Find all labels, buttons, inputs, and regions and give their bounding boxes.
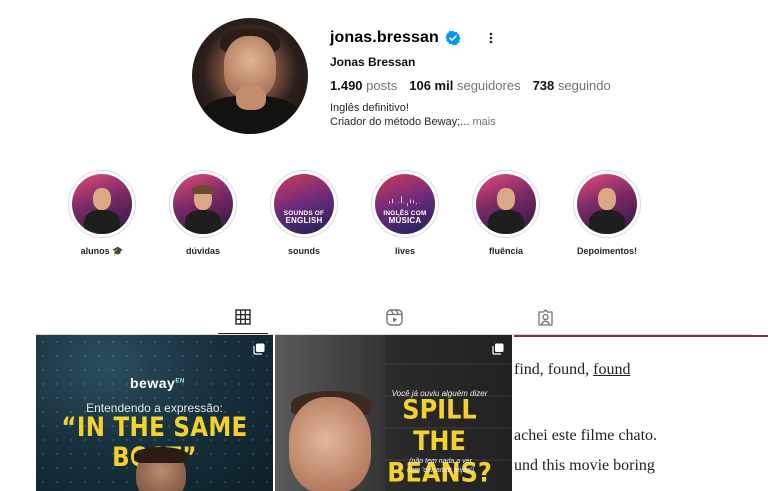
highlight-cover (476, 174, 536, 234)
bio-line: Inglês definitivo! (330, 102, 409, 114)
grid-icon (235, 309, 251, 325)
soundwave-icon (389, 196, 421, 208)
cover-person-body (488, 210, 524, 234)
posts-label: posts (366, 78, 398, 93)
post-caption-line: (não tem nada a ver (409, 458, 472, 465)
cover-person-body (185, 210, 221, 234)
cover-person-cap (192, 185, 214, 194)
highlight-label: alunos 🎓 (80, 246, 124, 256)
cover-text-line: MÚSICA (388, 216, 422, 225)
post-text-line: und this movie boring (514, 457, 655, 474)
highlight-cover-text: SOUNDS OF ENGLISH (278, 210, 330, 225)
post-thumbnail[interactable]: find, found, found achei este filme chat… (514, 335, 768, 491)
cover-person-head (598, 188, 616, 210)
active-tab-indicator (218, 333, 268, 334)
highlight-cover (577, 174, 637, 234)
highlight-cover: SOUNDS OF ENGLISH (274, 174, 334, 234)
bio-line: Criador do método Beway;... mais (330, 115, 496, 129)
brand-sup: EN (175, 378, 185, 385)
following-label: seguindo (557, 78, 611, 93)
profile-avatar[interactable] (192, 18, 308, 134)
followers-stat[interactable]: 106 mil seguidores (409, 78, 520, 93)
highlight-duvidas[interactable]: dúvidas (167, 170, 239, 256)
highlight-depoimentos[interactable]: Depoimentos! (571, 170, 643, 256)
tab-tagged[interactable] (535, 308, 555, 326)
post-caption-line: com 'derramar feijão') (406, 467, 475, 474)
followers-label: seguidores (456, 78, 521, 93)
avatar-hand (236, 86, 266, 110)
highlight-label: fluência (488, 246, 523, 256)
post-person-face (289, 397, 371, 491)
highlight-cover-text: INGLÊS COM MÚSICA (379, 210, 431, 225)
highlight-sounds[interactable]: SOUNDS OF ENGLISH sounds (268, 170, 340, 256)
verified-badge-icon (445, 30, 461, 46)
post-person-hair (134, 447, 188, 463)
highlight-label: sounds (287, 246, 320, 256)
highlight-label: Depoimentos! (576, 246, 637, 256)
highlight-fluencia[interactable]: fluência (470, 170, 542, 256)
highlight-cover: INGLÊS COM MÚSICA (375, 174, 435, 234)
cover-person-body (589, 210, 625, 234)
highlight-ring (573, 170, 641, 238)
highlight-ring (68, 170, 136, 238)
post-text-line: find, found, found (514, 361, 630, 379)
profile-bio: Inglês definitivo! Criador do método Bew… (330, 101, 496, 129)
post-caption: (não tem nada a ver com 'derramar feijão… (383, 457, 498, 475)
highlight-alunos[interactable]: alunos 🎓 (66, 170, 138, 257)
cover-text-line: ENGLISH (285, 216, 323, 225)
posts-count: 1.490 (330, 78, 363, 93)
post-title-line: SPILL THE (402, 393, 477, 457)
tagged-icon (537, 308, 553, 326)
highlight-ring: INGLÊS COM MÚSICA (371, 170, 439, 238)
following-count: 738 (532, 78, 555, 93)
post-thumbnail[interactable]: Você já ouviu alguém dizer SPILL THE BEA… (275, 335, 512, 491)
highlight-label: dúvidas (185, 246, 220, 256)
highlight-cover (173, 174, 233, 234)
profile-info: jonas.bressan (330, 28, 499, 48)
following-stat[interactable]: 738 seguindo (533, 78, 611, 93)
username-row: jonas.bressan (330, 28, 499, 48)
reels-icon (385, 308, 403, 326)
post-text-prefix: find, found, (514, 361, 594, 378)
post-thumbnail[interactable]: bewayEN Entendendo a expressão: “IN THE … (36, 335, 273, 491)
carousel-icon (492, 343, 504, 355)
full-name: Jonas Bressan (330, 55, 416, 69)
username: jonas.bressan (330, 29, 439, 46)
post-brand-logo: bewayEN (130, 375, 185, 391)
profile-stats: 1.490 posts 106 mil seguidores 738 segui… (330, 78, 611, 93)
highlight-lives[interactable]: INGLÊS COM MÚSICA lives (369, 170, 441, 256)
brand-text: beway (130, 375, 176, 391)
followers-count: 106 mil (409, 78, 454, 93)
post-text-line: achei este filme chato. (514, 427, 658, 444)
tab-posts[interactable] (233, 308, 253, 326)
bio-line-text: Criador do método Beway;... (330, 116, 470, 128)
cover-person-head (93, 188, 111, 210)
bio-more-link[interactable]: mais (472, 116, 495, 128)
tab-reels[interactable] (384, 308, 404, 326)
posts-stat: 1.490 posts (330, 78, 397, 93)
post-text-underlined: found (593, 361, 631, 378)
highlight-label: lives (394, 246, 416, 256)
highlight-ring: SOUNDS OF ENGLISH (270, 170, 338, 238)
carousel-icon (253, 343, 265, 355)
cover-person-body (84, 210, 120, 234)
cover-person-head (497, 188, 515, 210)
highlight-cover (72, 174, 132, 234)
highlight-ring (169, 170, 237, 238)
highlight-ring (472, 170, 540, 238)
more-options-icon[interactable] (483, 30, 499, 46)
